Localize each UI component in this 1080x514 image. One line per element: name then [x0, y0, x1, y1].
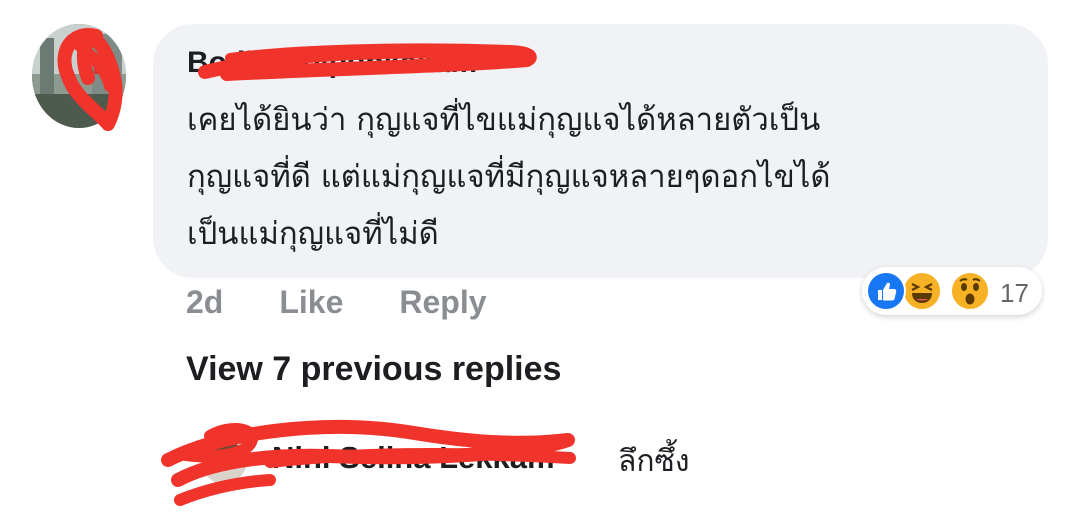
- comment-line: กุญแจที่ดี แต่แม่กุญแจที่มีกุญแจหลายๆดอก…: [187, 159, 831, 195]
- reply-text: ลึกซึ้ง: [618, 444, 690, 479]
- avatar-photo: [32, 24, 126, 128]
- reply-avatar[interactable]: [200, 428, 248, 484]
- reactions-summary[interactable]: 17: [862, 267, 1042, 315]
- reaction-count: 17: [1000, 278, 1029, 308]
- haha-icon: [902, 271, 942, 311]
- comment-line: เป็นแม่กุญแจที่ไม่ดี: [187, 216, 439, 252]
- reply-avatar-photo: [200, 428, 248, 484]
- comment-actions: 2d Like Reply: [186, 284, 487, 328]
- reply-button[interactable]: Reply: [399, 284, 486, 328]
- reply-author-name[interactable]: Nini Selina Lekkam: [272, 440, 555, 476]
- comment-line: เคยได้ยินว่า กุญแจที่ไขแม่กุญแจได้หลายตั…: [187, 102, 821, 138]
- view-previous-replies-link[interactable]: View 7 previous replies: [186, 350, 561, 389]
- commenter-avatar[interactable]: [32, 24, 126, 128]
- comment-text: เคยได้ยินว่า กุญแจที่ไขแม่กุญแจได้หลายตั…: [187, 92, 1027, 263]
- wow-icon: [950, 271, 990, 311]
- like-button[interactable]: Like: [279, 284, 343, 328]
- like-icon: [866, 271, 906, 311]
- comment-timestamp[interactable]: 2d: [186, 284, 223, 328]
- comment-author-name[interactable]: Bodin Boiponkakam: [187, 46, 477, 80]
